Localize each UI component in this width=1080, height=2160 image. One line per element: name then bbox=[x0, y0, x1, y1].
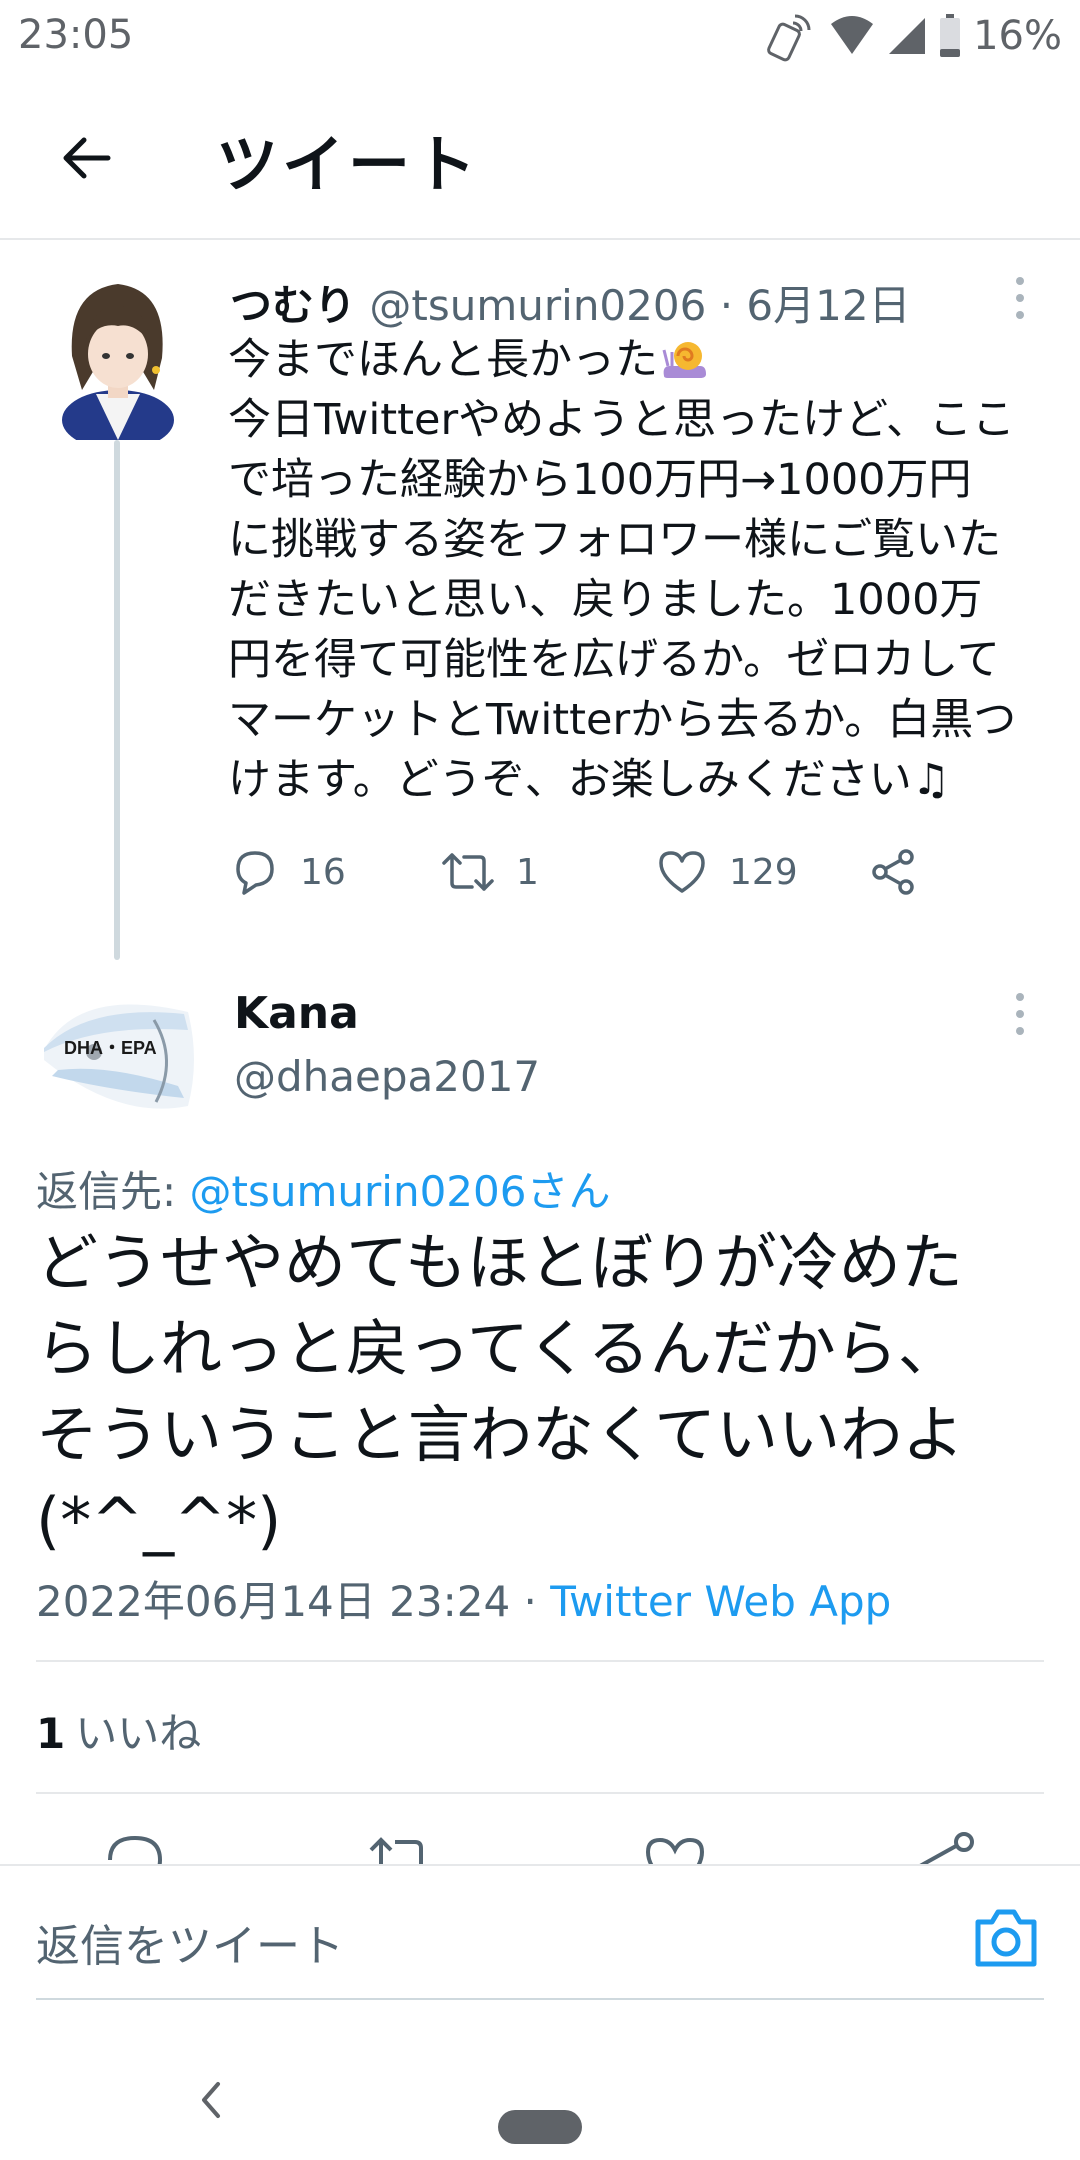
retweet-icon bbox=[442, 853, 494, 891]
wifi-icon bbox=[831, 16, 874, 54]
nav-back-icon[interactable] bbox=[190, 2070, 230, 2130]
tweet-text-line: そういうこと言わなくていいわよ bbox=[36, 1398, 965, 1471]
likes-summary-label: いいね bbox=[75, 1709, 202, 1758]
reply-icon bbox=[236, 851, 274, 895]
tweet-text: どうせやめてもほとぼりが冷めた らしれっと戻ってくるんだから、 そういうこと言わ… bbox=[36, 1220, 1046, 1564]
tweet-text-line: だきたいと思い、戻りました。1000万 bbox=[228, 575, 983, 625]
tweet-text-line: 今までほんと長かった bbox=[228, 335, 658, 385]
status-time: 23:05 bbox=[18, 12, 134, 58]
battery-icon bbox=[940, 14, 961, 57]
snail-emoji bbox=[662, 342, 706, 378]
nav-home-pill[interactable] bbox=[498, 2110, 582, 2144]
retweet-button[interactable]: 1 bbox=[440, 840, 539, 904]
tweet-text-line: (*^_^*) bbox=[36, 1484, 282, 1557]
status-bar: 23:05 16% bbox=[0, 0, 1080, 72]
likes-summary-count: 1 bbox=[36, 1709, 66, 1758]
share-icon[interactable] bbox=[910, 1830, 980, 1866]
tweet-actions: 16 1 129 bbox=[230, 840, 950, 904]
tweet-text-line: けます。どうぞ、お楽しみください♫ bbox=[228, 755, 951, 805]
reply-compose-bar: 返信をツイート bbox=[0, 1864, 1080, 2000]
replying-to-label: 返信先: bbox=[36, 1167, 177, 1216]
like-count: 129 bbox=[729, 851, 798, 893]
heart-icon bbox=[659, 851, 705, 893]
compose-underline bbox=[36, 1998, 1044, 2000]
tweet-text-line: どうせやめてもほとぼりが冷めた bbox=[36, 1226, 963, 1299]
share-button[interactable] bbox=[868, 840, 918, 904]
heart-icon[interactable] bbox=[640, 1830, 710, 1866]
author-name[interactable]: つむり bbox=[230, 281, 356, 330]
divider bbox=[36, 1660, 1044, 1662]
reply-button[interactable]: 16 bbox=[230, 840, 346, 904]
reply-icon[interactable] bbox=[100, 1830, 170, 1866]
tweet-header: つむり @tsumurin0206 · 6月12日 bbox=[230, 272, 1010, 333]
tweet-text-line: マーケットとTwitterから去るか。白黒つ bbox=[228, 695, 1017, 745]
vibrate-icon bbox=[767, 14, 811, 62]
system-nav-bar bbox=[0, 2040, 1080, 2160]
tweet-text-line: 今日Twitterやめようと思ったけど、ここ bbox=[228, 395, 1015, 445]
more-options-button[interactable] bbox=[995, 268, 1045, 328]
tweet-detail-actions bbox=[0, 1830, 1080, 1866]
battery-percentage: 16% bbox=[973, 13, 1062, 59]
meta-separator: · bbox=[719, 281, 734, 330]
source-link[interactable]: Twitter Web App bbox=[550, 1577, 891, 1626]
tweet-text-line: で培った経験から100万円→1000万円 bbox=[228, 455, 972, 505]
camera-icon[interactable] bbox=[972, 1906, 1040, 1970]
tweet-text-line: 円を得て可能性を広げるか。ゼロカして bbox=[228, 635, 1000, 685]
avatar[interactable]: DHA・EPA bbox=[38, 990, 198, 1120]
status-icons: 16% bbox=[765, 8, 1062, 64]
likes-summary[interactable]: 1 いいね bbox=[36, 1700, 201, 1761]
retweet-icon[interactable] bbox=[365, 1830, 435, 1866]
tweet-timestamp-row: 2022年06月14日 23:24 · Twitter Web App bbox=[36, 1568, 891, 1629]
reply-count: 16 bbox=[300, 851, 346, 893]
arrow-left-icon bbox=[63, 137, 111, 179]
app-header: ツイート bbox=[0, 72, 1080, 240]
reply-input[interactable]: 返信をツイート bbox=[36, 1910, 344, 1974]
author-handle[interactable]: @tsumurin0206 bbox=[369, 281, 706, 330]
signal-icon bbox=[889, 18, 926, 54]
tweet-text: 今までほんと長かった 今日Twitterやめようと思ったけど、ここ で培った経験… bbox=[228, 330, 1048, 810]
share-icon bbox=[872, 849, 914, 895]
tweet-text-line: に挑戦する姿をフォロワー様にご覧いた bbox=[228, 515, 1002, 565]
divider bbox=[36, 1792, 1044, 1794]
retweet-count: 1 bbox=[516, 851, 539, 893]
tweet-timestamp[interactable]: 2022年06月14日 23:24 bbox=[36, 1577, 510, 1626]
thread-line bbox=[114, 440, 120, 960]
page-title: ツイート bbox=[216, 128, 481, 201]
timestamp-separator: · bbox=[523, 1577, 537, 1626]
like-button[interactable]: 129 bbox=[655, 840, 798, 904]
author-handle[interactable]: @dhaepa2017 bbox=[234, 1052, 540, 1101]
replying-to-user-link[interactable]: @tsumurin0206さん bbox=[190, 1167, 611, 1216]
tweet-text-line: らしれっと戻ってくるんだから、 bbox=[36, 1312, 960, 1385]
replying-to: 返信先: @tsumurin0206さん bbox=[36, 1158, 610, 1219]
back-button[interactable] bbox=[46, 118, 126, 198]
author-name[interactable]: Kana bbox=[234, 988, 359, 1039]
avatar-logo-text: DHA・EPA bbox=[64, 1038, 157, 1058]
more-options-button[interactable] bbox=[995, 984, 1045, 1044]
tweet-date[interactable]: 6月12日 bbox=[746, 281, 910, 330]
avatar[interactable] bbox=[54, 270, 182, 450]
